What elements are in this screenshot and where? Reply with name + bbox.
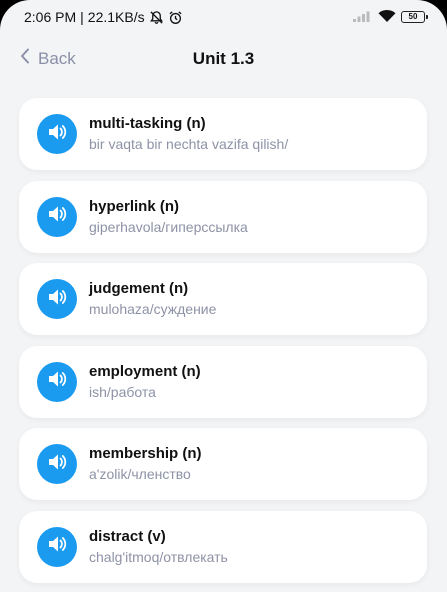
word-card[interactable]: distract (v) chalg'itmoq/отвлекать	[19, 510, 427, 583]
battery-icon: 50	[401, 11, 428, 23]
play-audio-button[interactable]	[37, 196, 77, 237]
word-translation: bir vaqta bir nechta vazifa qilish/	[89, 136, 289, 152]
play-audio-button[interactable]	[37, 114, 77, 154]
status-bar: 2:06 PM | 22.1KB/s 50	[0, 0, 447, 34]
word-list: multi-tasking (n) bir vaqta bir nechta v…	[19, 98, 427, 592]
mute-icon	[149, 10, 164, 25]
header: Back Unit 1.3	[0, 40, 447, 80]
word-text: employment (n) ish/работа	[89, 363, 201, 401]
speaker-icon	[47, 535, 67, 558]
word-text: hyperlink (n) giperhavola/гиперссылка	[89, 198, 248, 236]
word-text: distract (v) chalg'itmoq/отвлекать	[89, 528, 228, 566]
word-card[interactable]: multi-tasking (n) bir vaqta bir nechta v…	[19, 98, 427, 170]
word-card[interactable]: judgement (n) mulohaza/суждение	[19, 263, 427, 335]
word-translation: mulohaza/суждение	[89, 301, 217, 317]
status-right: 50	[353, 9, 428, 26]
word-translation: a'zolik/членство	[89, 466, 191, 482]
speaker-icon	[47, 123, 67, 146]
word-text: multi-tasking (n) bir vaqta bir nechta v…	[89, 115, 288, 153]
page-title: Unit 1.3	[192, 49, 255, 68]
play-audio-button[interactable]	[37, 361, 77, 402]
status-speed: 22.1KB/s	[87, 9, 145, 25]
word-term: employment (n)	[89, 362, 201, 380]
word-card[interactable]: employment (n) ish/работа	[19, 345, 427, 418]
alarm-icon	[168, 10, 183, 25]
signal-icon	[353, 9, 373, 25]
word-card[interactable]: membership (n) a'zolik/членство	[19, 428, 427, 500]
battery-level: 50	[408, 12, 418, 21]
word-card[interactable]: hyperlink (n) giperhavola/гиперссылка	[19, 180, 427, 253]
speaker-icon	[47, 288, 67, 311]
status-time: 2:06 PM	[24, 9, 77, 25]
word-translation: chalg'itmoq/отвлекать	[89, 548, 228, 565]
speaker-icon	[47, 205, 67, 228]
play-audio-button[interactable]	[37, 526, 77, 567]
status-left: 2:06 PM | 22.1KB/s	[24, 9, 183, 25]
play-audio-button[interactable]	[37, 279, 77, 319]
speaker-icon	[47, 453, 67, 476]
status-separator: |	[80, 9, 84, 25]
play-audio-button[interactable]	[37, 444, 77, 484]
word-term: membership (n)	[89, 445, 202, 462]
word-translation: ish/работа	[89, 383, 156, 400]
phone-screen: 2:06 PM | 22.1KB/s 50 Back Unit 1.3 mult…	[0, 0, 447, 592]
wifi-icon	[378, 9, 396, 26]
word-text: judgement (n) mulohaza/суждение	[89, 280, 216, 318]
word-text: membership (n) a'zolik/членство	[89, 445, 202, 483]
speaker-icon	[47, 370, 67, 393]
word-term: distract (v)	[89, 527, 166, 545]
word-term: multi-tasking (n)	[89, 115, 206, 132]
word-translation: giperhavola/гиперссылка	[89, 218, 248, 235]
word-term: hyperlink (n)	[89, 197, 180, 215]
word-term: judgement (n)	[89, 280, 189, 297]
